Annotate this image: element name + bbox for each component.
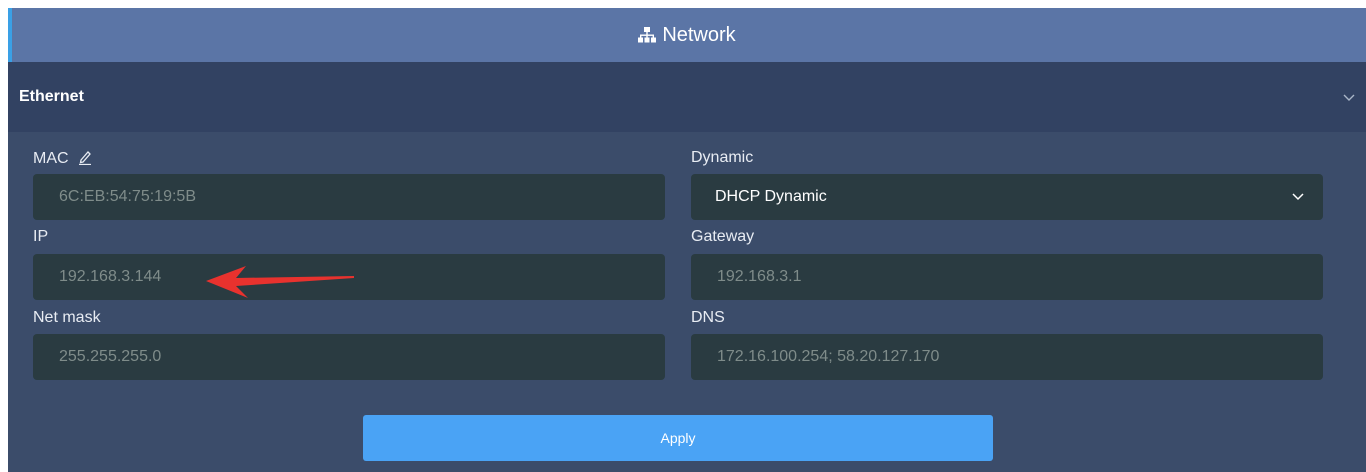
page-title: Network xyxy=(662,23,736,46)
mac-label: MAC xyxy=(33,149,93,168)
dns-value: 172.16.100.254; 58.20.127.170 xyxy=(717,348,940,365)
apply-button[interactable]: Apply xyxy=(363,415,993,461)
mac-field[interactable]: 6C:EB:54:75:19:5B xyxy=(33,174,665,220)
dns-field[interactable]: 172.16.100.254; 58.20.127.170 xyxy=(691,334,1323,380)
dynamic-label: Dynamic xyxy=(691,149,754,166)
dynamic-value: DHCP Dynamic xyxy=(715,188,827,205)
netmask-value: 255.255.255.0 xyxy=(59,348,162,365)
dynamic-select[interactable]: DHCP Dynamic xyxy=(691,174,1323,220)
sitemap-icon xyxy=(638,27,657,43)
gateway-value: 192.168.3.1 xyxy=(717,268,802,285)
ip-label: IP xyxy=(33,228,49,245)
ethernet-section-header[interactable]: Ethernet xyxy=(8,62,1366,132)
panel-header: Network xyxy=(8,8,1366,62)
annotation-arrow-icon xyxy=(206,266,354,298)
dns-label: DNS xyxy=(691,309,725,326)
network-panel: Network Ethernet MAC 6C:EB:54:75:19:5B I… xyxy=(8,8,1366,472)
mac-value: 6C:EB:54:75:19:5B xyxy=(59,188,196,205)
gateway-field[interactable]: 192.168.3.1 xyxy=(691,254,1323,300)
gateway-label: Gateway xyxy=(691,228,755,245)
header-accent-bar xyxy=(8,8,12,62)
section-title: Ethernet xyxy=(19,88,84,105)
netmask-field[interactable]: 255.255.255.0 xyxy=(33,334,665,380)
chevron-down-icon xyxy=(1292,193,1304,201)
ip-value: 192.168.3.144 xyxy=(59,268,162,285)
mac-label-text: MAC xyxy=(33,150,69,167)
chevron-down-icon[interactable] xyxy=(1342,90,1356,104)
netmask-label: Net mask xyxy=(33,309,101,326)
edit-icon[interactable] xyxy=(77,149,93,165)
